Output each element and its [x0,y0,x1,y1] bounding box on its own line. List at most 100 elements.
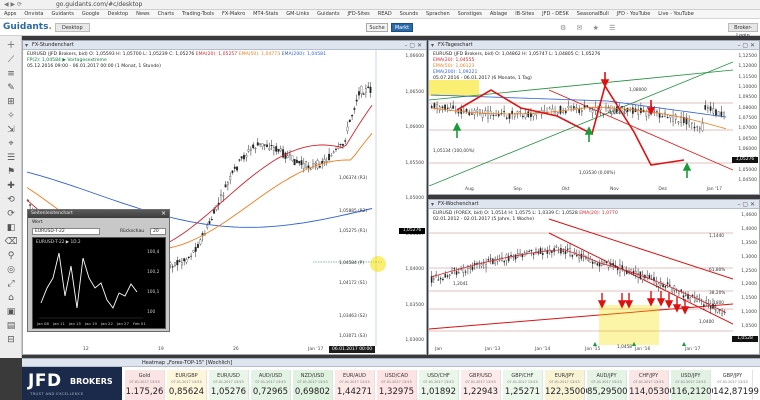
bookmark-item[interactable]: Ablage [490,10,507,18]
bookmark-item[interactable]: Charts [158,10,174,18]
toolbar-tool-icon[interactable]: ⌖ [4,138,18,150]
panel-menu-icon[interactable]: ▾ [431,201,434,208]
bookmark-item[interactable]: Trading-Tools [182,10,214,18]
bookmark-item[interactable]: Sonstiges [458,10,482,18]
toolbar-tool-icon[interactable]: ◎ [4,264,18,276]
panel-menu-icon[interactable]: ▾ [431,42,434,49]
candle-body [657,283,660,287]
toolbar-tool-icon[interactable]: ⟳ [4,208,18,220]
toolbar-tool-icon[interactable]: ⊟ [4,334,18,346]
toolbar-tool-icon[interactable]: ▤ [4,320,18,332]
heatmap-tile[interactable]: GBP/USD 07.01.2017 13:53 1,22943 [461,370,501,400]
heatmap-tile[interactable]: Gold 07.01.2017 13:53 1.175,26 [125,370,165,400]
bookmark-item[interactable]: Guidants [51,10,73,18]
header-icons[interactable]: ⚙ ✉ ★ ☰ [560,24,619,32]
sidebar-chart-popup[interactable]: Seitenleistenchart × Wert EURUSD-T-22 Rü… [27,209,170,332]
toolbar-tool-icon[interactable]: ⚲ [4,250,18,262]
toolbar-tool-icon[interactable]: ◧ [4,222,18,234]
panel-window-controls[interactable]: – ▢ ✕ [404,42,422,49]
bookmark-item[interactable]: SeasonalBull [577,10,609,18]
heatmap-tile[interactable]: AUD/USD 07.01.2017 13:53 0,72965 [251,370,291,400]
candle-body [564,251,567,255]
toolbar-tool-icon[interactable]: ✧ [4,110,18,122]
toolbar-tool-icon[interactable]: ⊞ [4,96,18,108]
y-tick-label: 1,03500 [405,302,424,308]
y-tick-label: 1,3000 [741,254,757,260]
bookmark-item[interactable]: Onvista [24,10,43,18]
toolbar-tool-icon[interactable]: ⤢ [4,278,18,290]
bookmark-item[interactable]: Apps [4,10,16,18]
candle-body [658,112,661,118]
heatmap-tile[interactable]: EUR/AUD 07.01.2017 13:53 1,44271 [335,370,375,400]
panel-window-controls[interactable]: – ▢ ✕ [737,201,755,208]
popup-lookback-input[interactable]: 20 [150,228,166,235]
toolbar-tool-icon[interactable]: ✎ [4,82,18,94]
candle-body [677,121,680,123]
bookmark-item[interactable]: Sprachen [426,10,450,18]
weekly-chart-plot[interactable] [429,209,733,346]
bookmark-item[interactable]: READ [378,10,392,18]
heatmap-tile-symbol: USD/JPY [680,373,701,379]
jfd-brokers-logo[interactable]: JFD BROKERS TRUST AND EXCELLENCE [22,367,122,400]
toolbar-tool-icon[interactable]: ▣ [4,306,18,318]
heatmap-tile[interactable]: CHF/JPY 07.01.2017 13:53 114,05300 [629,370,675,400]
toolbar-tool-icon[interactable]: ⌂ [4,292,18,304]
toolbar-tool-icon[interactable]: ⇲ [4,124,18,136]
daily-chart-plot[interactable] [429,50,733,186]
bookmark-item[interactable]: Live - YouTube [658,10,694,18]
bookmark-item[interactable]: Guidants [317,10,339,18]
guidants-logo[interactable]: Guidants. [3,22,52,32]
weekly-highlight-zone [599,305,659,345]
heatmap-tile-time: 07.01.2017 13:53 [633,380,664,384]
toolbar-tool-icon[interactable]: ⟋ [4,54,18,66]
heatmap-tile[interactable]: USD/CAD 07.01.2017 13:53 1,32975 [377,370,417,400]
candle-body [305,161,308,168]
heatmap-tile[interactable]: USD/CHF 07.01.2017 13:53 1,01892 [419,370,459,400]
toolbar-tool-icon[interactable]: ☰ [4,152,18,164]
arrow-down-icon [624,293,634,309]
heatmap-tile-symbol: GBP/USD [469,373,492,379]
heatmap-tile[interactable]: GBP/CHF 07.01.2017 13:53 1,25271 [503,370,543,400]
close-icon[interactable]: × [161,210,166,218]
url-text[interactable]: go.guidants.com/#c/desktop [56,1,142,9]
bookmark-item[interactable]: News [136,10,150,18]
bookmark-item[interactable]: JFD - YouTube [617,10,651,18]
candle-body [358,91,360,96]
candle-body [705,300,707,303]
browser-url-bar[interactable]: ◀ ▶ ⟳ go.guidants.com/#c/desktop [0,0,760,10]
bookmark-item[interactable]: MT4-Stats [253,10,278,18]
toolbar-tool-icon[interactable]: ⟲ [4,194,18,206]
panel-window-controls[interactable]: – ▢ ✕ [737,42,755,49]
toolbar-tool-icon[interactable]: ＋ [4,40,18,52]
bookmark-item[interactable]: FX-Makro [222,10,245,18]
heatmap-tile[interactable]: GBP/JPY 07.01.2017 13:53 142,87199 [713,370,759,400]
bookmark-item[interactable]: Sounds [400,10,418,18]
x-tick-label: Jan '13 [485,347,501,352]
heatmap-tile[interactable]: NZD/USD 07.01.2017 13:53 0,69802 [293,370,333,400]
heatmap-tile-time: 07.01.2017 13:53 [255,380,286,384]
weekly-y-axis: 1,4600 1,4000 1,3500 1,3000 1,2500 1,2000 1,15… [731,209,759,346]
toolbar-tool-icon[interactable]: ⚑ [4,166,18,178]
bookmark-item[interactable]: Google [82,10,100,18]
search-button[interactable]: Suche [366,23,388,32]
back-icon[interactable]: ◀ ▶ ⟳ [4,1,22,8]
heatmap-tile[interactable]: EUR/USD 07.01.2017 13:53 1,05276 [209,370,249,400]
market-button[interactable]: Markt [391,23,413,32]
heatmap-tile[interactable]: EUR/JPY 07.01.2017 13:53 122,35000 [545,370,591,400]
heatmap-tile[interactable]: AUD/JPY 07.01.2017 13:53 85,29500 [587,370,628,400]
panel-menu-icon[interactable]: ▾ [25,42,28,49]
heatmap-tile[interactable]: EUR/GBP 07.01.2017 13:53 0,85624 [167,370,207,400]
broker-login-button[interactable]: Broker-Login [728,23,758,39]
heatmap-tile[interactable]: USD/JPY 07.01.2017 13:53 116,21200 [671,370,717,400]
toolbar-tool-icon[interactable]: ⌫ [4,236,18,248]
bookmark-item[interactable]: Desktop [108,10,129,18]
desktop-button[interactable]: Desktop [55,23,90,32]
bookmark-item[interactable]: JFD - DESK [542,10,569,18]
toolbar-tool-icon[interactable]: ≡ [4,68,18,80]
bookmark-item[interactable]: JFD-Sites [348,10,370,18]
popup-symbol-select[interactable]: EURUSD-T-22 [32,228,100,235]
bookmark-item[interactable]: GM-Links [286,10,309,18]
bookmark-item[interactable]: IB-Sites [515,10,534,18]
toolbar-tool-icon[interactable]: ✚ [4,180,18,192]
candle-body [699,127,701,129]
